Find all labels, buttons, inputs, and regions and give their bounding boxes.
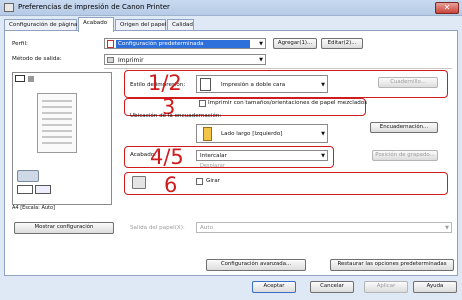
tab-finishing[interactable]: Acabado [78, 17, 114, 32]
print-style-select[interactable]: Impresión a doble cara ▼ [196, 75, 328, 93]
preview-frame [12, 72, 112, 205]
help-button[interactable]: Ayuda [413, 281, 457, 293]
preview-caption: A4 [Escala: Auto] [12, 205, 56, 211]
output-method-label: Método de salida: [12, 56, 62, 62]
staple-position-button[interactable]: Posición de grapado... [372, 150, 438, 161]
binding-button[interactable]: Encuadernación... [370, 122, 438, 133]
duplex-icon [200, 78, 211, 91]
chevron-down-icon: ▼ [445, 225, 449, 231]
ok-button[interactable]: Aceptar [252, 281, 296, 293]
edit-profile-button[interactable]: Editar(2)... [321, 38, 363, 49]
binding-location-select[interactable]: Lado largo [Izquierdo] ▼ [196, 124, 328, 143]
print-style-value: Impresión a doble cara [221, 82, 286, 88]
preview-toggle-icon[interactable] [15, 75, 25, 82]
layout-icon[interactable] [17, 185, 33, 194]
page-preview [37, 93, 77, 153]
rotate-label: Girar [206, 178, 220, 184]
rotate-checkbox[interactable] [196, 178, 203, 185]
output-method-select[interactable]: Imprimir ▼ [104, 54, 266, 65]
apply-button[interactable]: Aplicar [364, 281, 408, 293]
output-method-value: Imprimir [118, 57, 144, 64]
chevron-down-icon: ▼ [321, 131, 325, 137]
binding-location-label: Ubicación de la encuadernación: [130, 113, 222, 119]
printer-icon [4, 3, 14, 12]
chevron-down-icon: ▼ [321, 82, 325, 88]
show-settings-button[interactable]: Mostrar configuración [14, 222, 114, 234]
printer-small-icon [28, 76, 34, 82]
binding-icon [203, 127, 212, 141]
booklet-button[interactable]: Cuadernillo... [378, 77, 438, 88]
chevron-down-icon: ▼ [259, 41, 263, 47]
title-bar: Preferencias de impresión de Canon Print… [0, 0, 462, 16]
rotate-printer-icon [132, 176, 146, 189]
finishing-select[interactable]: Intercalar ▼ [196, 150, 328, 161]
printer-device-icon [17, 170, 39, 182]
paper-output-value: Auto [200, 225, 213, 231]
profile-label: Perfil: [12, 41, 28, 47]
print-icon [107, 57, 114, 63]
paper-output-select[interactable]: Auto ▼ [196, 222, 452, 233]
restore-defaults-button[interactable]: Restaurar las opciones predeterminadas [330, 259, 454, 271]
profile-icon [107, 40, 114, 48]
profile-select[interactable]: Configuración predeterminada ▼ [104, 38, 266, 49]
add-profile-button[interactable]: Agregar(1)... [273, 38, 317, 49]
finishing-value: Intercalar [200, 153, 227, 159]
annotation-4-5: 4/5 [150, 145, 184, 169]
paper-output-label: Salida del papel(X): [130, 225, 185, 231]
cancel-button[interactable]: Cancelar [310, 281, 354, 293]
chevron-down-icon: ▼ [321, 153, 325, 159]
binding-location-value: Lado largo [Izquierdo] [221, 131, 283, 137]
advanced-settings-button[interactable]: Configuración avanzada... [206, 259, 306, 271]
profile-value: Configuración predeterminada [116, 40, 250, 48]
layout-selected-icon[interactable] [35, 185, 51, 194]
annotation-6: 6 [164, 173, 178, 197]
close-button[interactable]: ✕ [435, 2, 459, 14]
chevron-down-icon: ▼ [259, 57, 263, 63]
mixed-sizes-checkbox[interactable] [199, 100, 206, 107]
mixed-sizes-label: Imprimir con tamaños/orientaciones de pa… [208, 100, 368, 106]
window-title: Preferencias de impresión de Canon Print… [18, 3, 170, 11]
offset-label: Desplazar [200, 163, 225, 169]
divider [104, 68, 452, 69]
annotation-1-2: 1/2 [148, 71, 182, 95]
